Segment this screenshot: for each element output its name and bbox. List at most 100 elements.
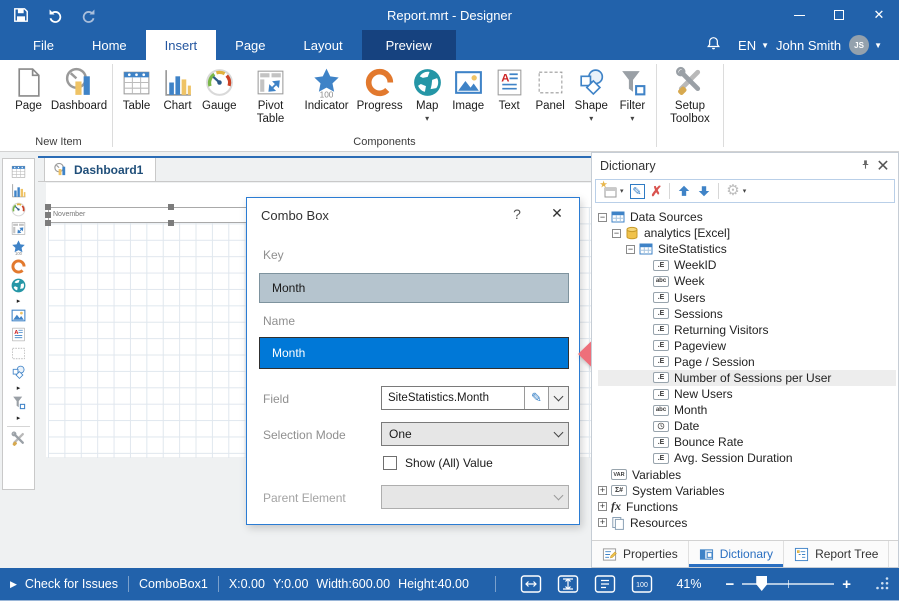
pin-icon[interactable] (856, 157, 874, 175)
ribbon-button-shape[interactable]: Shape▾ (571, 63, 612, 124)
help-button[interactable]: ? (509, 206, 525, 222)
resize-grip[interactable] (875, 576, 889, 593)
ribbon-button-panel[interactable]: Panel (530, 63, 571, 114)
ribbon-button-indicator[interactable]: 100Indicator (301, 63, 353, 114)
fit-page-width-icon[interactable] (519, 573, 543, 595)
edit-pencil-icon[interactable]: ✎ (524, 387, 548, 409)
panel-tab-report-tree[interactable]: Report Tree (784, 541, 889, 567)
minimize-button[interactable] (779, 0, 819, 30)
tree-item-analytics-excel[interactable]: −analytics [Excel] (598, 225, 896, 241)
tree-item-bounce-rate[interactable]: .EBounce Rate (598, 434, 896, 450)
tree-item-week[interactable]: abcWeek (598, 273, 896, 289)
notifications-bell-icon[interactable] (706, 36, 728, 54)
tree-item-avg-session-duration[interactable]: .EAvg. Session Duration (598, 450, 896, 466)
fit-page-height-icon[interactable] (556, 573, 580, 595)
zoom-slider-thumb[interactable] (756, 576, 767, 591)
tree-item-data-sources[interactable]: −Data Sources (598, 209, 896, 225)
ribbon-button-pivot-table[interactable]: Pivot Table (241, 63, 301, 127)
panel-close-icon[interactable]: ✕ (874, 156, 892, 176)
ribbon-button-table[interactable]: Table (116, 63, 157, 114)
ribbon-button-filter[interactable]: Filter▾ (612, 63, 653, 124)
toolbox-filter-icon[interactable] (5, 393, 32, 412)
field-dropdown-button[interactable] (548, 387, 568, 409)
menu-tab-insert[interactable]: Insert (146, 30, 217, 60)
ribbon-button-chart[interactable]: Chart (157, 63, 198, 114)
tree-item-sitestatistics[interactable]: −SiteStatistics (598, 241, 896, 257)
tree-expander-icon[interactable]: − (626, 245, 635, 254)
ribbon-button-setup-toolbox[interactable]: Setup Toolbox (660, 63, 720, 127)
menu-tab-page[interactable]: Page (216, 30, 284, 60)
panel-tab-properties[interactable]: Properties (592, 541, 689, 567)
toolbox-shape-icon[interactable] (5, 363, 32, 382)
parent-element-select[interactable] (381, 485, 569, 509)
dictionary-toolbar-new-item-icon[interactable]: ★▾ (600, 181, 627, 201)
tree-expander-icon[interactable]: + (598, 518, 607, 527)
toolbox-text-icon[interactable]: A (5, 325, 32, 344)
selection-handle[interactable] (45, 204, 51, 210)
dictionary-toolbar-edit-icon[interactable]: ✎ (627, 181, 648, 201)
flyout-caret-icon[interactable]: ▸ (17, 295, 21, 306)
selection-mode-select[interactable]: One (381, 422, 569, 446)
ribbon-button-gauge[interactable]: Gauge (198, 63, 241, 114)
tree-item-system-variables[interactable]: +Σ#System Variables (598, 483, 896, 499)
panel-tab-dictionary[interactable]: Dictionary (689, 541, 784, 567)
field-value[interactable]: SiteStatistics.Month (382, 387, 524, 409)
tree-item-month[interactable]: abcMonth (598, 402, 896, 418)
ribbon-button-map[interactable]: Map▾ (407, 63, 448, 124)
name-input[interactable]: Month (259, 337, 569, 369)
language-selector[interactable]: EN (738, 38, 756, 53)
tree-item-new-users[interactable]: .ENew Users (598, 386, 896, 402)
dictionary-toolbar-settings-gear-icon[interactable]: ⚙▾ (723, 181, 749, 201)
user-avatar[interactable]: JS (849, 35, 869, 55)
toolbox-setup-toolbox-icon[interactable] (5, 430, 32, 449)
zoom-slider[interactable] (742, 583, 834, 585)
menu-tab-preview[interactable]: Preview (362, 30, 456, 60)
flyout-caret-icon[interactable]: ▸ (17, 382, 21, 393)
tree-item-variables[interactable]: VARVariables (598, 467, 896, 483)
page-view-icon[interactable] (593, 573, 617, 595)
selection-handle[interactable] (168, 220, 174, 226)
maximize-button[interactable] (819, 0, 859, 30)
ribbon-button-page[interactable]: Page (8, 63, 49, 114)
tree-item-pageview[interactable]: .EPageview (598, 338, 896, 354)
menu-tab-file[interactable]: File (14, 30, 73, 60)
toolbox-indicator-icon[interactable]: 100 (5, 238, 32, 257)
ribbon-button-text[interactable]: AText (489, 63, 530, 114)
tree-item-date[interactable]: Date (598, 418, 896, 434)
zoom-100-icon[interactable]: 100 (630, 573, 654, 595)
dictionary-toolbar-move-down-icon[interactable] (694, 181, 714, 201)
toolbox-progress-icon[interactable] (5, 257, 32, 276)
save-button[interactable] (8, 4, 34, 26)
tree-item-returning-visitors[interactable]: .EReturning Visitors (598, 322, 896, 338)
selection-handle[interactable] (45, 212, 51, 218)
tree-item-page-session[interactable]: .EPage / Session (598, 354, 896, 370)
show-all-value-checkbox[interactable] (383, 456, 397, 470)
toolbox-panel-icon[interactable] (5, 344, 32, 363)
dictionary-toolbar-delete-icon[interactable]: ✗ (648, 181, 666, 201)
dictionary-toolbar-move-up-icon[interactable] (674, 181, 694, 201)
tree-expander-icon[interactable]: − (612, 229, 621, 238)
key-input[interactable]: Month (259, 273, 569, 303)
ribbon-button-dashboard[interactable]: Dashboard (49, 63, 109, 114)
zoom-out-button[interactable]: − (725, 576, 734, 593)
tree-item-sessions[interactable]: .ESessions (598, 306, 896, 322)
redo-button[interactable] (76, 4, 102, 26)
close-button[interactable]: ✕ (859, 0, 899, 30)
flyout-caret-icon[interactable]: ▸ (17, 412, 21, 423)
user-name[interactable]: John Smith (776, 38, 841, 53)
menu-tab-layout[interactable]: Layout (285, 30, 362, 60)
menu-tab-home[interactable]: Home (73, 30, 146, 60)
ribbon-button-progress[interactable]: Progress (353, 63, 407, 114)
toolbox-map-icon[interactable] (5, 276, 32, 295)
dialog-close-button[interactable]: ✕ (547, 205, 567, 222)
tree-item-functions[interactable]: +fxFunctions (598, 499, 896, 515)
toolbox-chart-icon[interactable] (5, 181, 32, 200)
tree-item-resources[interactable]: +Resources (598, 515, 896, 531)
tree-item-number-of-sessions-per-user[interactable]: .ENumber of Sessions per User (598, 370, 896, 386)
toolbox-pivot-table-icon[interactable] (5, 219, 32, 238)
selection-handle[interactable] (168, 204, 174, 210)
tree-item-weekid[interactable]: .EWeekID (598, 257, 896, 273)
tab-dashboard1[interactable]: Dashboard1 (44, 158, 156, 182)
check-for-issues-button[interactable]: Check for Issues (25, 577, 118, 591)
undo-button[interactable] (42, 4, 68, 26)
